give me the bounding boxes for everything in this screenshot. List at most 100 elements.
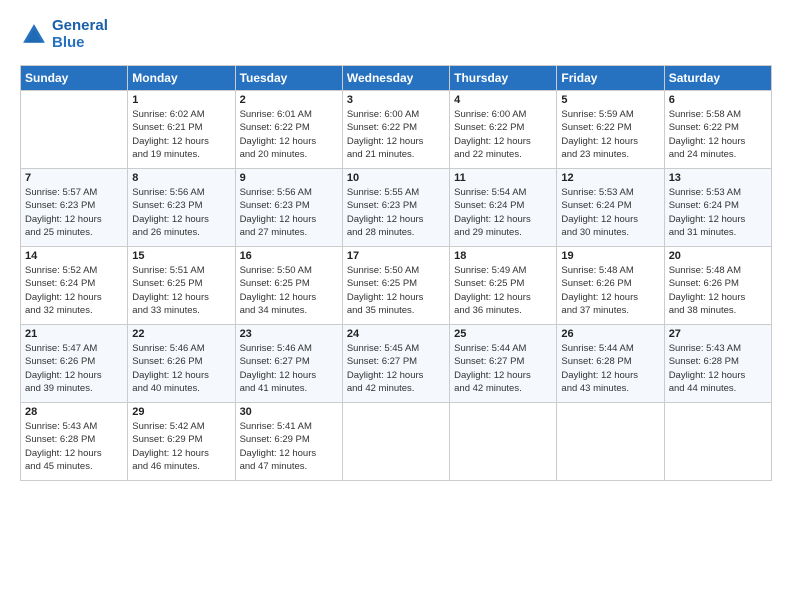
day-info: Sunrise: 5:57 AM Sunset: 6:23 PM Dayligh… [25,186,123,239]
day-number: 3 [347,94,445,106]
calendar-cell: 19Sunrise: 5:48 AM Sunset: 6:26 PM Dayli… [557,247,664,325]
day-info: Sunrise: 6:00 AM Sunset: 6:22 PM Dayligh… [347,108,445,161]
day-info: Sunrise: 5:50 AM Sunset: 6:25 PM Dayligh… [347,264,445,317]
calendar-cell: 10Sunrise: 5:55 AM Sunset: 6:23 PM Dayli… [342,169,449,247]
day-info: Sunrise: 5:44 AM Sunset: 6:27 PM Dayligh… [454,342,552,395]
day-number: 12 [561,172,659,184]
day-header-thursday: Thursday [450,66,557,91]
day-info: Sunrise: 5:50 AM Sunset: 6:25 PM Dayligh… [240,264,338,317]
page: General Blue SundayMondayTuesdayWednesda… [0,0,792,612]
calendar-table: SundayMondayTuesdayWednesdayThursdayFrid… [20,65,772,481]
calendar-cell: 22 Sunrise: 5:46 AM Sunset: 6:26 PM Dayli… [128,325,235,403]
week-row-4: 28Sunrise: 5:43 AM Sunset: 6:28 PM Dayli… [21,403,772,481]
day-info: Sunrise: 5:54 AM Sunset: 6:24 PM Dayligh… [454,186,552,239]
day-number: 27 [669,328,767,340]
day-info: Sunrise: 5:41 AM Sunset: 6:29 PM Dayligh… [240,420,338,473]
day-info: Sunrise: 6:00 AM Sunset: 6:22 PM Dayligh… [454,108,552,161]
calendar-cell: 11 Sunrise: 5:54 AM Sunset: 6:24 PM Dayli… [450,169,557,247]
day-number: 26 [561,328,659,340]
day-header-tuesday: Tuesday [235,66,342,91]
calendar-cell [450,403,557,481]
day-number: 5 [561,94,659,106]
calendar-cell [664,403,771,481]
day-info: Sunrise: 5:47 AM Sunset: 6:26 PM Dayligh… [25,342,123,395]
day-header-friday: Friday [557,66,664,91]
day-info: Sunrise: 5:46 AM Sunset: 6:26 PM Dayligh… [132,342,230,395]
calendar-cell: 30Sunrise: 5:41 AM Sunset: 6:29 PM Dayli… [235,403,342,481]
day-info: Sunrise: 5:56 AM Sunset: 6:23 PM Dayligh… [240,186,338,239]
day-header-saturday: Saturday [664,66,771,91]
day-info: Sunrise: 5:44 AM Sunset: 6:28 PM Dayligh… [561,342,659,395]
calendar-cell: 7 Sunrise: 5:57 AM Sunset: 6:23 PM Daylig… [21,169,128,247]
calendar-cell: 3 Sunrise: 6:00 AM Sunset: 6:22 PM Daylig… [342,91,449,169]
calendar-cell: 21 Sunrise: 5:47 AM Sunset: 6:26 PM Dayli… [21,325,128,403]
day-number: 6 [669,94,767,106]
day-number: 2 [240,94,338,106]
calendar-cell: 23 Sunrise: 5:46 AM Sunset: 6:27 PM Dayli… [235,325,342,403]
day-header-sunday: Sunday [21,66,128,91]
day-number: 20 [669,250,767,262]
day-number: 21 [25,328,123,340]
day-number: 23 [240,328,338,340]
calendar-cell: 16 Sunrise: 5:50 AM Sunset: 6:25 PM Dayli… [235,247,342,325]
calendar-cell: 12 Sunrise: 5:53 AM Sunset: 6:24 PM Dayli… [557,169,664,247]
day-info: Sunrise: 5:45 AM Sunset: 6:27 PM Dayligh… [347,342,445,395]
day-info: Sunrise: 5:49 AM Sunset: 6:25 PM Dayligh… [454,264,552,317]
calendar-cell: 9 Sunrise: 5:56 AM Sunset: 6:23 PM Daylig… [235,169,342,247]
day-info: Sunrise: 5:53 AM Sunset: 6:24 PM Dayligh… [561,186,659,239]
day-info: Sunrise: 5:51 AM Sunset: 6:25 PM Dayligh… [132,264,230,317]
calendar-cell: 1 Sunrise: 6:02 AM Sunset: 6:21 PM Daylig… [128,91,235,169]
day-number: 11 [454,172,552,184]
day-info: Sunrise: 5:56 AM Sunset: 6:23 PM Dayligh… [132,186,230,239]
day-number: 29 [132,406,230,418]
day-number: 14 [25,250,123,262]
calendar-cell: 20 Sunrise: 5:48 AM Sunset: 6:26 PM Dayli… [664,247,771,325]
day-info: Sunrise: 5:48 AM Sunset: 6:26 PM Dayligh… [669,264,767,317]
day-number: 22 [132,328,230,340]
calendar-cell: 6 Sunrise: 5:58 AM Sunset: 6:22 PM Daylig… [664,91,771,169]
logo: General Blue [20,18,108,51]
calendar-cell: 2 Sunrise: 6:01 AM Sunset: 6:22 PM Daylig… [235,91,342,169]
header: General Blue [20,18,772,51]
calendar-header-row: SundayMondayTuesdayWednesdayThursdayFrid… [21,66,772,91]
day-number: 1 [132,94,230,106]
logo-text: General Blue [52,18,108,51]
calendar-cell [557,403,664,481]
week-row-0: 1 Sunrise: 6:02 AM Sunset: 6:21 PM Daylig… [21,91,772,169]
day-header-monday: Monday [128,66,235,91]
week-row-3: 21 Sunrise: 5:47 AM Sunset: 6:26 PM Dayli… [21,325,772,403]
calendar-cell: 24Sunrise: 5:45 AM Sunset: 6:27 PM Dayli… [342,325,449,403]
calendar-cell: 4Sunrise: 6:00 AM Sunset: 6:22 PM Daylig… [450,91,557,169]
week-row-2: 14 Sunrise: 5:52 AM Sunset: 6:24 PM Dayli… [21,247,772,325]
day-header-wednesday: Wednesday [342,66,449,91]
calendar-cell: 29 Sunrise: 5:42 AM Sunset: 6:29 PM Dayli… [128,403,235,481]
calendar-cell: 14 Sunrise: 5:52 AM Sunset: 6:24 PM Dayli… [21,247,128,325]
calendar-cell [21,91,128,169]
day-info: Sunrise: 5:42 AM Sunset: 6:29 PM Dayligh… [132,420,230,473]
day-number: 15 [132,250,230,262]
day-number: 9 [240,172,338,184]
day-info: Sunrise: 5:55 AM Sunset: 6:23 PM Dayligh… [347,186,445,239]
day-info: Sunrise: 5:46 AM Sunset: 6:27 PM Dayligh… [240,342,338,395]
day-info: Sunrise: 6:02 AM Sunset: 6:21 PM Dayligh… [132,108,230,161]
day-info: Sunrise: 5:59 AM Sunset: 6:22 PM Dayligh… [561,108,659,161]
day-info: Sunrise: 5:52 AM Sunset: 6:24 PM Dayligh… [25,264,123,317]
day-info: Sunrise: 5:58 AM Sunset: 6:22 PM Dayligh… [669,108,767,161]
calendar-cell: 25 Sunrise: 5:44 AM Sunset: 6:27 PM Dayli… [450,325,557,403]
logo-icon [20,21,48,49]
week-row-1: 7 Sunrise: 5:57 AM Sunset: 6:23 PM Daylig… [21,169,772,247]
day-number: 18 [454,250,552,262]
calendar-cell: 26 Sunrise: 5:44 AM Sunset: 6:28 PM Dayli… [557,325,664,403]
calendar-cell: 15 Sunrise: 5:51 AM Sunset: 6:25 PM Dayli… [128,247,235,325]
calendar-cell: 8Sunrise: 5:56 AM Sunset: 6:23 PM Daylig… [128,169,235,247]
day-number: 25 [454,328,552,340]
day-number: 7 [25,172,123,184]
day-info: Sunrise: 5:43 AM Sunset: 6:28 PM Dayligh… [669,342,767,395]
day-number: 16 [240,250,338,262]
calendar-cell: 5 Sunrise: 5:59 AM Sunset: 6:22 PM Daylig… [557,91,664,169]
day-info: Sunrise: 5:48 AM Sunset: 6:26 PM Dayligh… [561,264,659,317]
day-number: 28 [25,406,123,418]
calendar-cell [342,403,449,481]
day-info: Sunrise: 6:01 AM Sunset: 6:22 PM Dayligh… [240,108,338,161]
calendar-cell: 27 Sunrise: 5:43 AM Sunset: 6:28 PM Dayli… [664,325,771,403]
